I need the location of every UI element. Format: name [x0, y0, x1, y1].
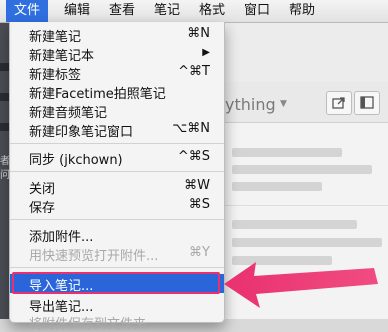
menu-separator — [10, 267, 224, 268]
menu-item-new-tag[interactable]: 新建标签 ^⌘T — [10, 63, 224, 83]
note-preview-line — [232, 165, 372, 174]
menu-item-shortcut: ⌘W — [184, 178, 210, 193]
menu-separator — [10, 219, 224, 220]
chevron-down-icon[interactable]: ▼ — [280, 99, 287, 109]
note-preview-line — [232, 182, 322, 191]
share-button[interactable] — [326, 91, 352, 115]
menu-item-new-note[interactable]: 新建笔记 ⌘N — [10, 25, 224, 45]
menu-item-label: 同步 (jkchown) — [29, 153, 123, 168]
annotation-highlight-box — [12, 272, 220, 294]
menu-item-label: 新建音频笔记 — [29, 106, 108, 121]
menu-edit[interactable]: 编辑 — [56, 0, 98, 22]
menu-item-new-facetime-note[interactable]: 新建Facetime拍照笔记 — [10, 82, 224, 102]
share-icon — [332, 97, 345, 109]
note-preview-line — [232, 238, 382, 247]
menu-item-label: 保存 — [29, 201, 56, 216]
menu-help[interactable]: 帮助 — [281, 0, 323, 22]
menu-note[interactable]: 笔记 — [146, 0, 188, 22]
menu-item-label: 添加附件... — [29, 230, 94, 245]
menu-item-sync[interactable]: 同步 (jkchown) ^⌘S — [10, 148, 224, 168]
menu-separator — [10, 143, 224, 144]
menu-item-new-notebook[interactable]: 新建笔记本 ▶ — [10, 44, 224, 64]
menu-item-label: 新建印象笔记窗口 — [29, 125, 134, 140]
menu-item-label: 关闭 — [29, 182, 56, 197]
menu-item-label: 用快速预览打开附件... — [29, 249, 159, 264]
menu-item-add-attachment[interactable]: 添加附件... — [10, 225, 224, 245]
menu-item-shortcut: ⌘Y — [189, 245, 210, 260]
annotation-arrow-icon — [224, 262, 378, 308]
note-info-button[interactable] — [354, 91, 380, 115]
menu-window[interactable]: 窗口 — [236, 0, 278, 22]
note-preview-line — [232, 148, 342, 157]
menu-item-label: 将附件保存到文件夹... — [29, 317, 159, 332]
menu-format[interactable]: 格式 — [191, 0, 233, 22]
menu-item-shortcut: ^⌘T — [178, 64, 210, 79]
panel-icon — [360, 96, 374, 109]
divider — [212, 205, 388, 206]
menu-item-close[interactable]: 关闭 ⌘W — [10, 177, 224, 197]
menu-item-label: 新建标签 — [29, 68, 82, 83]
menu-bar: 文件 编辑 查看 笔记 格式 窗口 帮助 — [0, 0, 388, 23]
menu-item-shortcut: ⌥⌘N — [172, 121, 210, 136]
submenu-arrow-icon: ▶ — [202, 47, 210, 58]
menu-item-save-attachments: 将附件保存到文件夹... — [10, 312, 224, 332]
menu-item-label: 新建笔记本 — [29, 49, 95, 64]
menu-item-save[interactable]: 保存 ⌘S — [10, 196, 224, 216]
note-preview-line — [232, 220, 357, 229]
menu-view[interactable]: 查看 — [101, 0, 143, 22]
file-menu-dropdown: 新建笔记 ⌘N 新建笔记本 ▶ 新建标签 ^⌘T 新建Facetime拍照笔记 … — [9, 22, 225, 332]
menu-separator — [10, 171, 224, 172]
menu-item-label: 新建Facetime拍照笔记 — [29, 87, 166, 102]
menu-item-shortcut: ⌘N — [187, 26, 210, 41]
menu-item-new-window[interactable]: 新建印象笔记窗口 ⌥⌘N — [10, 120, 224, 140]
menu-item-quicklook-attachment: 用快速预览打开附件... ⌘Y — [10, 244, 224, 264]
menu-item-label: 新建笔记 — [29, 30, 82, 45]
menu-item-shortcut: ⌘S — [188, 197, 210, 212]
menu-file[interactable]: 文件 — [6, 0, 49, 22]
menu-item-shortcut: ^⌘S — [177, 149, 210, 164]
menu-item-new-audio-note[interactable]: 新建音频笔记 — [10, 101, 224, 121]
search-field-text[interactable]: ything — [225, 95, 276, 114]
